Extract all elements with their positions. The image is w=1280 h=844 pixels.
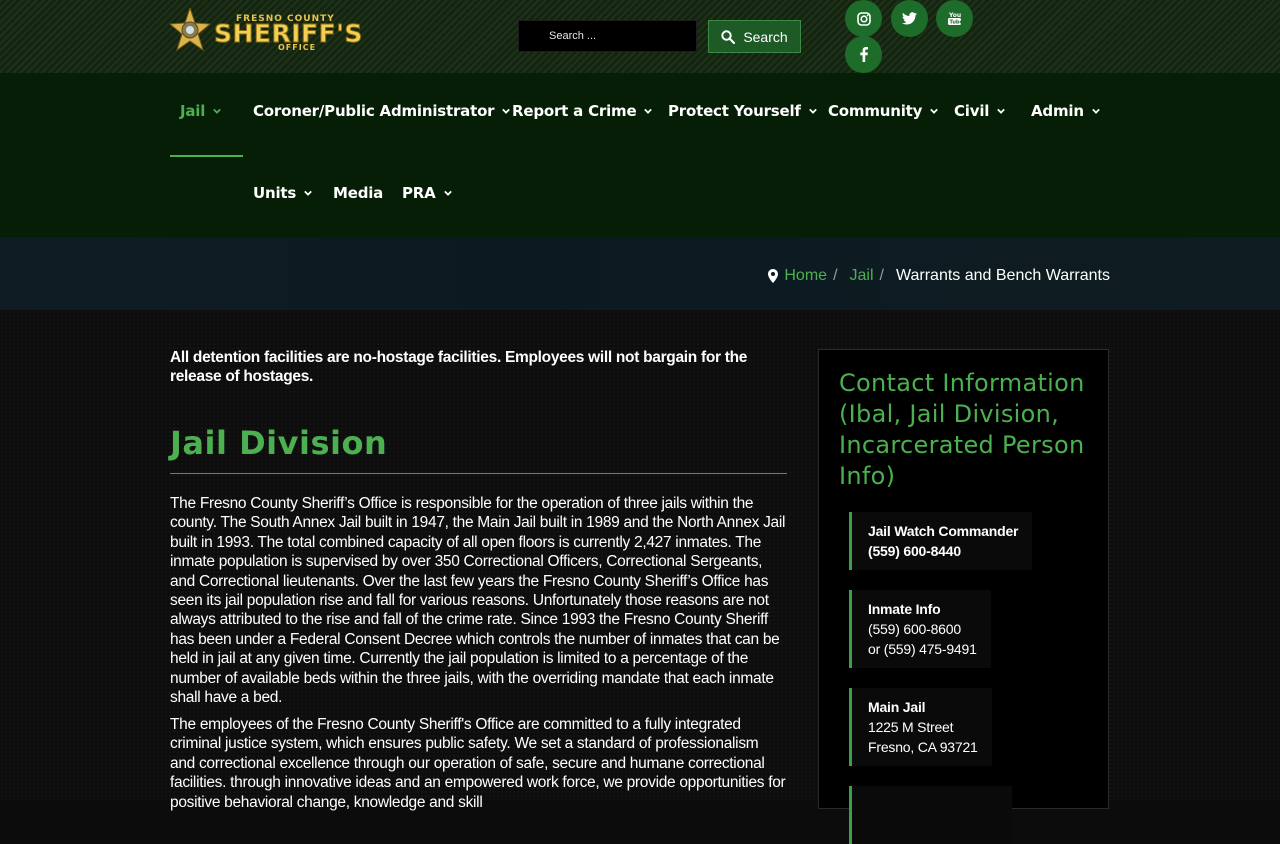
main-navigation: Jail Coroner/Public Administrator Report… (0, 73, 1280, 237)
hostage-notice: All detention facilities are no-hostage … (170, 349, 748, 385)
map-marker-icon (768, 269, 779, 283)
nav-item-admin[interactable]: Admin (1031, 91, 1100, 131)
contact-phone[interactable]: (559) 600-8600 (868, 619, 977, 639)
twitter-link[interactable] (891, 0, 928, 37)
page-title: Jail Division (170, 424, 388, 462)
search-button[interactable]: Search (708, 20, 801, 53)
nav-item-label: Coroner/Public Administrator (253, 102, 495, 120)
nav-item-label: Jail (180, 102, 206, 120)
chevron-down-icon (808, 108, 817, 114)
search-icon (721, 29, 736, 44)
nav-item-label: Report a Crime (512, 102, 637, 120)
breadcrumb-separator: / (879, 267, 884, 284)
facebook-icon (859, 47, 868, 62)
nav-item-pra[interactable]: PRA (402, 173, 452, 213)
nav-item-media[interactable]: Media (333, 173, 383, 213)
logo-bottom-text: OFFICE (278, 43, 317, 52)
breadcrumb-separator: / (833, 267, 838, 284)
nav-item-label: PRA (402, 184, 436, 202)
contact-card-partial (849, 786, 1012, 844)
chevron-down-icon (213, 108, 222, 114)
svg-text:You: You (948, 12, 961, 19)
nav-item-community[interactable]: Community (828, 91, 939, 131)
contact-phone[interactable]: (559) 600-8440 (868, 541, 1018, 561)
contact-card-inmate-info: Inmate Info (559) 600-8600 or (559) 475-… (849, 590, 991, 668)
contact-phone-alt[interactable]: or (559) 475-9491 (868, 639, 977, 659)
breadcrumb-current: Warrants and Bench Warrants (895, 267, 1110, 284)
active-nav-underline (170, 155, 243, 157)
nav-item-label: Units (253, 184, 297, 202)
top-header-bar: FRESNO COUNTY SHERIFF'S OFFICE Search Yo… (0, 0, 1280, 74)
sheriff-star-icon (170, 8, 210, 52)
contact-card-label: Main Jail (868, 699, 926, 715)
breadcrumb-banner: Home / Jail / Warrants and Bench Warrant… (0, 237, 1280, 310)
svg-text:Tube: Tube (950, 20, 962, 26)
nav-item-jail[interactable]: Jail (180, 91, 222, 131)
body-paragraph: The Fresno County Sheriff’s Office is re… (170, 495, 786, 707)
contact-card-jail-watch-commander: Jail Watch Commander (559) 600-8440 (849, 512, 1033, 570)
chevron-down-icon (502, 108, 511, 114)
nav-item-coroner[interactable]: Coroner/Public Administrator (253, 91, 511, 131)
chevron-down-icon (997, 108, 1006, 114)
nav-item-report-a-crime[interactable]: Report a Crime (512, 91, 653, 131)
breadcrumb-home-link[interactable]: Home (784, 267, 827, 285)
contact-address-city: Fresno, CA 93721 (868, 739, 978, 755)
chevron-down-icon (443, 190, 452, 196)
contact-sidebar: Contact Information (Ibal, Jail Division… (818, 349, 1109, 844)
nav-item-label: Admin (1031, 102, 1084, 120)
youtube-link[interactable]: You Tube (936, 0, 973, 37)
nav-item-units[interactable]: Units (253, 173, 312, 213)
body-paragraph: The employees of the Fresno County Sheri… (170, 716, 786, 811)
contact-card-label: Inmate Info (868, 601, 941, 617)
twitter-icon (902, 12, 917, 25)
breadcrumb: Home / Jail / Warrants and Bench Warrant… (768, 267, 1110, 285)
nav-item-label: Civil (954, 102, 990, 120)
sheriff-logo[interactable]: FRESNO COUNTY SHERIFF'S OFFICE (170, 8, 385, 58)
nav-item-label: Community (828, 102, 923, 120)
nav-item-label: Protect Yourself (668, 102, 801, 120)
facebook-link[interactable] (845, 36, 882, 73)
chevron-down-icon (304, 190, 312, 196)
search-input[interactable] (518, 20, 697, 52)
instagram-link[interactable] (845, 0, 882, 37)
youtube-icon: You Tube (948, 12, 962, 26)
contact-card-main-jail: Main Jail 1225 M Street Fresno, CA 93721 (849, 688, 992, 766)
title-divider (170, 473, 787, 474)
nav-item-label: Media (333, 184, 384, 202)
sidebar-title: Contact Information (Ibal, Jail Division… (839, 369, 1085, 490)
search-button-label: Search (743, 28, 788, 45)
nav-item-civil[interactable]: Civil (954, 91, 1006, 131)
chevron-down-icon (644, 108, 653, 114)
contact-address-street: 1225 M Street (868, 719, 954, 735)
contact-card-label: Jail Watch Commander (868, 523, 1019, 539)
instagram-icon (856, 11, 871, 26)
nav-item-protect-yourself[interactable]: Protect Yourself (668, 91, 817, 131)
breadcrumb-jail-link[interactable]: Jail (850, 267, 874, 285)
chevron-down-icon (930, 108, 939, 114)
chevron-down-icon (1091, 108, 1100, 114)
